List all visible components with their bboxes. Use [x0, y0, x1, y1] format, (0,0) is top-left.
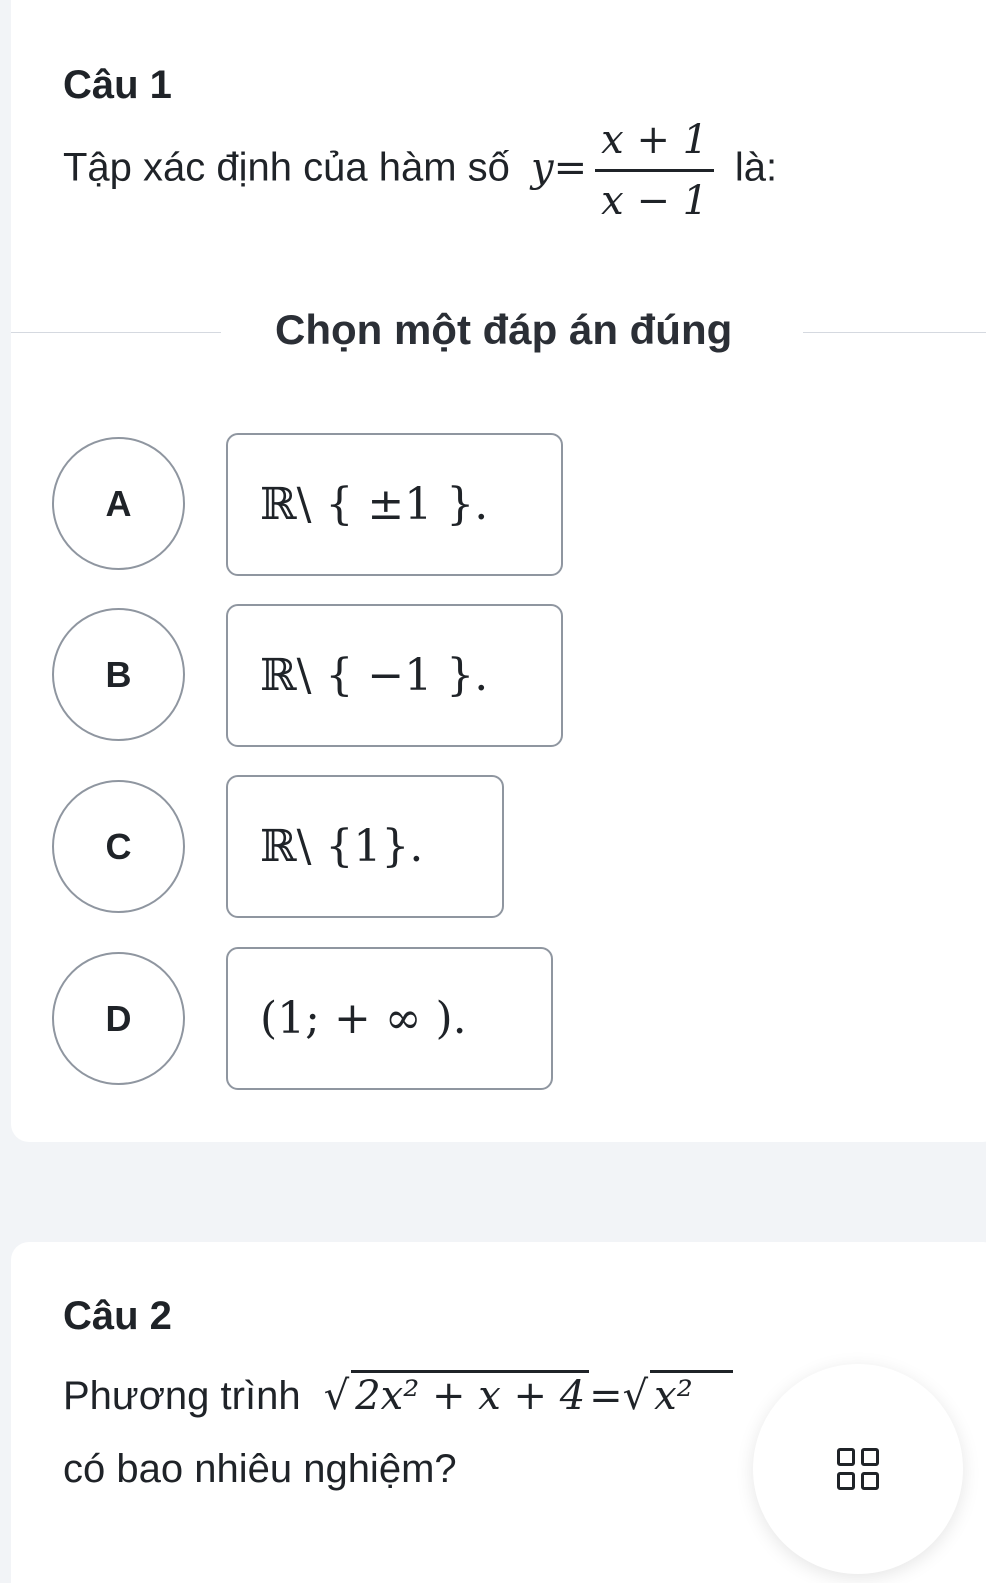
option-c-text: \ {1}. [296, 821, 424, 872]
fraction-denominator: x − 1 [601, 178, 709, 224]
question-text-line2: có bao nhiêu nghiệm? [63, 1447, 457, 1491]
option-b-text: \ { −1 }. [296, 650, 489, 701]
question-prompt: Tập xác định của hàm số [63, 145, 510, 190]
question-grid-button[interactable] [753, 1364, 963, 1574]
question-prompt-end: là: [734, 145, 778, 190]
question-text-line1: Phương trình √ 2x² + x + 4 =√ x² [63, 1370, 733, 1419]
question-title: Câu 2 [63, 1294, 172, 1338]
grid-icon [837, 1448, 879, 1490]
question-text: Tập xác định của hàm số y= x + 1x − 1 là: [63, 117, 777, 224]
fraction-numerator: x + 1 [595, 117, 715, 172]
choose-answer-label: Chọn một đáp án đúng [275, 306, 733, 353]
option-a-button[interactable]: A [52, 437, 185, 570]
sqrt-left-radicand: 2x² + x + 4 [351, 1370, 590, 1419]
option-d-button[interactable]: D [52, 952, 185, 1085]
option-a-text: \ { ±1 }. [296, 479, 489, 530]
option-a-answer[interactable]: ℝ \ { ±1 }. [226, 433, 563, 576]
equation-expression: √ 2x² + x + 4 =√ x² [323, 1370, 733, 1419]
option-b-button[interactable]: B [52, 608, 185, 741]
function-expression: y= x + 1x − 1 [531, 117, 735, 224]
sqrt-icon: √ [622, 1373, 649, 1419]
sqrt-right-radicand: x² [650, 1370, 733, 1419]
option-d-text: (1; + ∞ ). [260, 993, 467, 1044]
question-card-1: Câu 1 Tập xác định của hàm số y= x + 1x −… [11, 0, 986, 1142]
question-title: Câu 1 [63, 63, 172, 107]
option-b-answer[interactable]: ℝ \ { −1 }. [226, 604, 563, 747]
fraction: x + 1 x − 1 [595, 117, 715, 224]
divider-line-left [11, 332, 221, 333]
sqrt-icon: √ [323, 1373, 350, 1419]
question-prompt: Phương trình [63, 1374, 301, 1418]
divider-line-right [803, 332, 986, 333]
option-c-button[interactable]: C [52, 780, 185, 913]
option-d-answer[interactable]: (1; + ∞ ). [226, 947, 553, 1090]
option-c-answer[interactable]: ℝ \ {1}. [226, 775, 504, 918]
